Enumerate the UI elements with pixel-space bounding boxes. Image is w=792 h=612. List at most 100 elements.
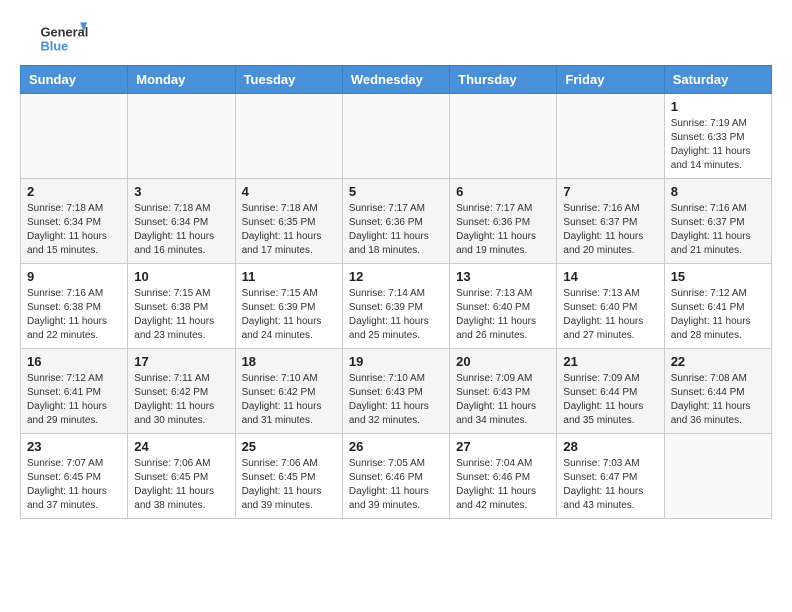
day-cell: 28Sunrise: 7:03 AM Sunset: 6:47 PM Dayli…: [557, 434, 664, 519]
day-number: 27: [456, 439, 550, 454]
day-number: 17: [134, 354, 228, 369]
day-header-wednesday: Wednesday: [342, 66, 449, 94]
day-cell: [128, 94, 235, 179]
day-number: 16: [27, 354, 121, 369]
day-number: 18: [242, 354, 336, 369]
day-number: 11: [242, 269, 336, 284]
day-header-friday: Friday: [557, 66, 664, 94]
day-info: Sunrise: 7:04 AM Sunset: 6:46 PM Dayligh…: [456, 457, 550, 513]
day-info: Sunrise: 7:06 AM Sunset: 6:45 PM Dayligh…: [242, 457, 336, 513]
day-cell: [235, 94, 342, 179]
day-header-monday: Monday: [128, 66, 235, 94]
day-cell: 20Sunrise: 7:09 AM Sunset: 6:43 PM Dayli…: [450, 349, 557, 434]
day-cell: [21, 94, 128, 179]
day-number: 15: [671, 269, 765, 284]
day-cell: 13 Sunrise: 7:13 AM Sunset: 6:40 PM Dayli…: [450, 264, 557, 349]
calendar: SundayMondayTuesdayWednesdayThursdayFrid…: [20, 65, 772, 519]
day-header-sunday: Sunday: [21, 66, 128, 94]
day-number: 8: [671, 184, 765, 199]
header: GeneralBlue: [20, 20, 772, 55]
day-info: Sunrise: 7:17 AM Sunset: 6:36 PM Dayligh…: [349, 202, 443, 258]
day-number: 14: [563, 269, 657, 284]
day-number: 12: [349, 269, 443, 284]
day-number: 26: [349, 439, 443, 454]
day-number: 13: [456, 269, 550, 284]
day-info: Sunrise: 7:12 AM Sunset: 6:41 PM Dayligh…: [671, 287, 765, 343]
day-info: Sunrise: 7:18 AM Sunset: 6:34 PM Dayligh…: [27, 202, 121, 258]
day-number: 20: [456, 354, 550, 369]
day-info: Sunrise: 7:15 AM Sunset: 6:39 PM Dayligh…: [242, 287, 336, 343]
day-number: 10: [134, 269, 228, 284]
day-cell: 19 Sunrise: 7:10 AM Sunset: 6:43 PM Dayli…: [342, 349, 449, 434]
day-number: 2: [27, 184, 121, 199]
day-cell: 22 Sunrise: 7:08 AM Sunset: 6:44 PM Dayli…: [664, 349, 771, 434]
day-cell: 24 Sunrise: 7:06 AM Sunset: 6:45 PM Dayli…: [128, 434, 235, 519]
day-info: Sunrise: 7:10 AM Sunset: 6:42 PM Dayligh…: [242, 372, 336, 428]
day-info: Sunrise: 7:16 AM Sunset: 6:38 PM Dayligh…: [27, 287, 121, 343]
day-info: Sunrise: 7:14 AM Sunset: 6:39 PM Dayligh…: [349, 287, 443, 343]
day-cell: [557, 94, 664, 179]
day-cell: [450, 94, 557, 179]
day-cell: 16 Sunrise: 7:12 AM Sunset: 6:41 PM Dayli…: [21, 349, 128, 434]
day-number: 22: [671, 354, 765, 369]
day-number: 21: [563, 354, 657, 369]
day-cell: 2 Sunrise: 7:18 AM Sunset: 6:34 PM Daylig…: [21, 179, 128, 264]
day-cell: 15 Sunrise: 7:12 AM Sunset: 6:41 PM Dayli…: [664, 264, 771, 349]
logo: GeneralBlue: [20, 20, 110, 55]
day-info: Sunrise: 7:08 AM Sunset: 6:44 PM Dayligh…: [671, 372, 765, 428]
day-info: Sunrise: 7:12 AM Sunset: 6:41 PM Dayligh…: [27, 372, 121, 428]
day-number: 19: [349, 354, 443, 369]
day-cell: 1 Sunrise: 7:19 AM Sunset: 6:33 PM Daylig…: [664, 94, 771, 179]
day-cell: 9 Sunrise: 7:16 AM Sunset: 6:38 PM Daylig…: [21, 264, 128, 349]
day-info: Sunrise: 7:13 AM Sunset: 6:40 PM Dayligh…: [456, 287, 550, 343]
day-info: Sunrise: 7:15 AM Sunset: 6:38 PM Dayligh…: [134, 287, 228, 343]
day-info: Sunrise: 7:05 AM Sunset: 6:46 PM Dayligh…: [349, 457, 443, 513]
svg-text:Blue: Blue: [41, 38, 69, 53]
day-cell: 21 Sunrise: 7:09 AM Sunset: 6:44 PM Dayli…: [557, 349, 664, 434]
day-info: Sunrise: 7:10 AM Sunset: 6:43 PM Dayligh…: [349, 372, 443, 428]
day-info: Sunrise: 7:07 AM Sunset: 6:45 PM Dayligh…: [27, 457, 121, 513]
day-info: Sunrise: 7:16 AM Sunset: 6:37 PM Dayligh…: [671, 202, 765, 258]
day-cell: [664, 434, 771, 519]
day-cell: 10 Sunrise: 7:15 AM Sunset: 6:38 PM Dayli…: [128, 264, 235, 349]
day-cell: 26 Sunrise: 7:05 AM Sunset: 6:46 PM Dayli…: [342, 434, 449, 519]
day-info: Sunrise: 7:18 AM Sunset: 6:35 PM Dayligh…: [242, 202, 336, 258]
day-number: 24: [134, 439, 228, 454]
svg-text:General: General: [41, 24, 89, 39]
day-cell: 12 Sunrise: 7:14 AM Sunset: 6:39 PM Dayli…: [342, 264, 449, 349]
week-row-5: 23 Sunrise: 7:07 AM Sunset: 6:45 PM Dayli…: [21, 434, 772, 519]
day-info: Sunrise: 7:06 AM Sunset: 6:45 PM Dayligh…: [134, 457, 228, 513]
week-row-1: 1 Sunrise: 7:19 AM Sunset: 6:33 PM Daylig…: [21, 94, 772, 179]
day-cell: 8 Sunrise: 7:16 AM Sunset: 6:37 PM Daylig…: [664, 179, 771, 264]
day-cell: 4 Sunrise: 7:18 AM Sunset: 6:35 PM Daylig…: [235, 179, 342, 264]
week-row-3: 9 Sunrise: 7:16 AM Sunset: 6:38 PM Daylig…: [21, 264, 772, 349]
day-cell: 17 Sunrise: 7:11 AM Sunset: 6:42 PM Dayli…: [128, 349, 235, 434]
day-cell: 3 Sunrise: 7:18 AM Sunset: 6:34 PM Daylig…: [128, 179, 235, 264]
day-cell: 5 Sunrise: 7:17 AM Sunset: 6:36 PM Daylig…: [342, 179, 449, 264]
day-info: Sunrise: 7:03 AM Sunset: 6:47 PM Dayligh…: [563, 457, 657, 513]
day-number: 23: [27, 439, 121, 454]
day-number: 4: [242, 184, 336, 199]
day-cell: 27 Sunrise: 7:04 AM Sunset: 6:46 PM Dayli…: [450, 434, 557, 519]
day-number: 6: [456, 184, 550, 199]
day-cell: 11 Sunrise: 7:15 AM Sunset: 6:39 PM Dayli…: [235, 264, 342, 349]
week-row-2: 2 Sunrise: 7:18 AM Sunset: 6:34 PM Daylig…: [21, 179, 772, 264]
day-cell: [342, 94, 449, 179]
day-number: 9: [27, 269, 121, 284]
day-info: Sunrise: 7:17 AM Sunset: 6:36 PM Dayligh…: [456, 202, 550, 258]
day-info: Sunrise: 7:18 AM Sunset: 6:34 PM Dayligh…: [134, 202, 228, 258]
day-number: 1: [671, 99, 765, 114]
day-info: Sunrise: 7:11 AM Sunset: 6:42 PM Dayligh…: [134, 372, 228, 428]
day-info: Sunrise: 7:09 AM Sunset: 6:44 PM Dayligh…: [563, 372, 657, 428]
day-cell: 7 Sunrise: 7:16 AM Sunset: 6:37 PM Daylig…: [557, 179, 664, 264]
day-header-thursday: Thursday: [450, 66, 557, 94]
day-number: 25: [242, 439, 336, 454]
day-header-saturday: Saturday: [664, 66, 771, 94]
day-info: Sunrise: 7:16 AM Sunset: 6:37 PM Dayligh…: [563, 202, 657, 258]
week-row-4: 16 Sunrise: 7:12 AM Sunset: 6:41 PM Dayli…: [21, 349, 772, 434]
day-number: 5: [349, 184, 443, 199]
day-info: Sunrise: 7:19 AM Sunset: 6:33 PM Dayligh…: [671, 117, 765, 173]
day-number: 7: [563, 184, 657, 199]
day-number: 3: [134, 184, 228, 199]
day-header-tuesday: Tuesday: [235, 66, 342, 94]
